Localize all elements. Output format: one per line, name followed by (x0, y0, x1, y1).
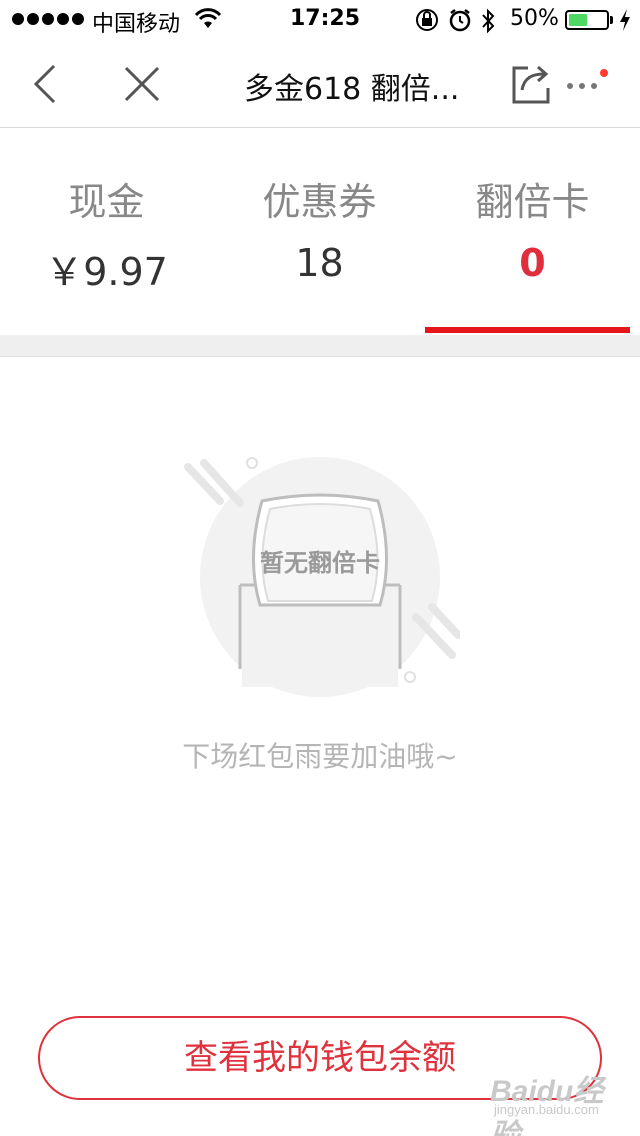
battery-icon (565, 10, 609, 30)
tab-double-card[interactable]: 翻倍卡 0 (426, 129, 639, 335)
empty-state: 暂无翻倍卡 下场红包雨要加油哦~ (0, 357, 640, 997)
empty-badge-text: 暂无翻倍卡 (260, 549, 380, 577)
section-divider (0, 335, 640, 357)
wifi-icon (194, 8, 222, 36)
battery-percent: 50% (510, 6, 559, 31)
bluetooth-icon (480, 8, 496, 40)
tab-bar: 现金 ￥9.97 优惠券 18 翻倍卡 0 (0, 129, 640, 335)
page: 中国移动 17:25 50% 多金618 翻倍... 现金 ￥9.97 优惠券 … (0, 0, 640, 1136)
carrier-label: 中国移动 (92, 12, 181, 37)
watermark-logo: Baidu经验 (490, 1075, 604, 1136)
tab-label: 翻倍卡 (475, 180, 590, 224)
battery-tip (610, 16, 613, 24)
baidu-watermark: Baidu经验 jingyan.baidu.com (490, 1066, 610, 1136)
charging-bolt-icon (618, 8, 632, 38)
tab-value: 18 (295, 241, 344, 285)
signal-icon (12, 13, 84, 25)
back-icon[interactable] (24, 60, 68, 108)
status-bar: 中国移动 17:25 50% (0, 0, 640, 40)
tab-label: 现金 (68, 180, 145, 224)
active-tab-indicator (425, 327, 630, 333)
watermark-url: jingyan.baidu.com (494, 1102, 599, 1117)
notification-dot (600, 69, 608, 77)
rotation-lock-icon (414, 8, 440, 38)
more-icon[interactable] (564, 66, 612, 102)
share-icon[interactable] (506, 60, 554, 108)
alarm-icon (448, 8, 472, 38)
tab-label: 优惠券 (262, 180, 377, 224)
tab-value: 0 (519, 241, 546, 285)
page-title: 多金618 翻倍... (244, 72, 460, 107)
empty-message: 下场红包雨要加油哦~ (182, 740, 458, 773)
tab-coupons[interactable]: 优惠券 18 (213, 129, 426, 335)
close-icon[interactable] (118, 60, 166, 108)
tab-cash[interactable]: 现金 ￥9.97 (0, 129, 213, 335)
clock: 17:25 (290, 6, 361, 31)
nav-bar: 多金618 翻倍... (0, 40, 640, 128)
battery-fill (569, 14, 587, 26)
tab-value: ￥9.97 (45, 250, 168, 294)
